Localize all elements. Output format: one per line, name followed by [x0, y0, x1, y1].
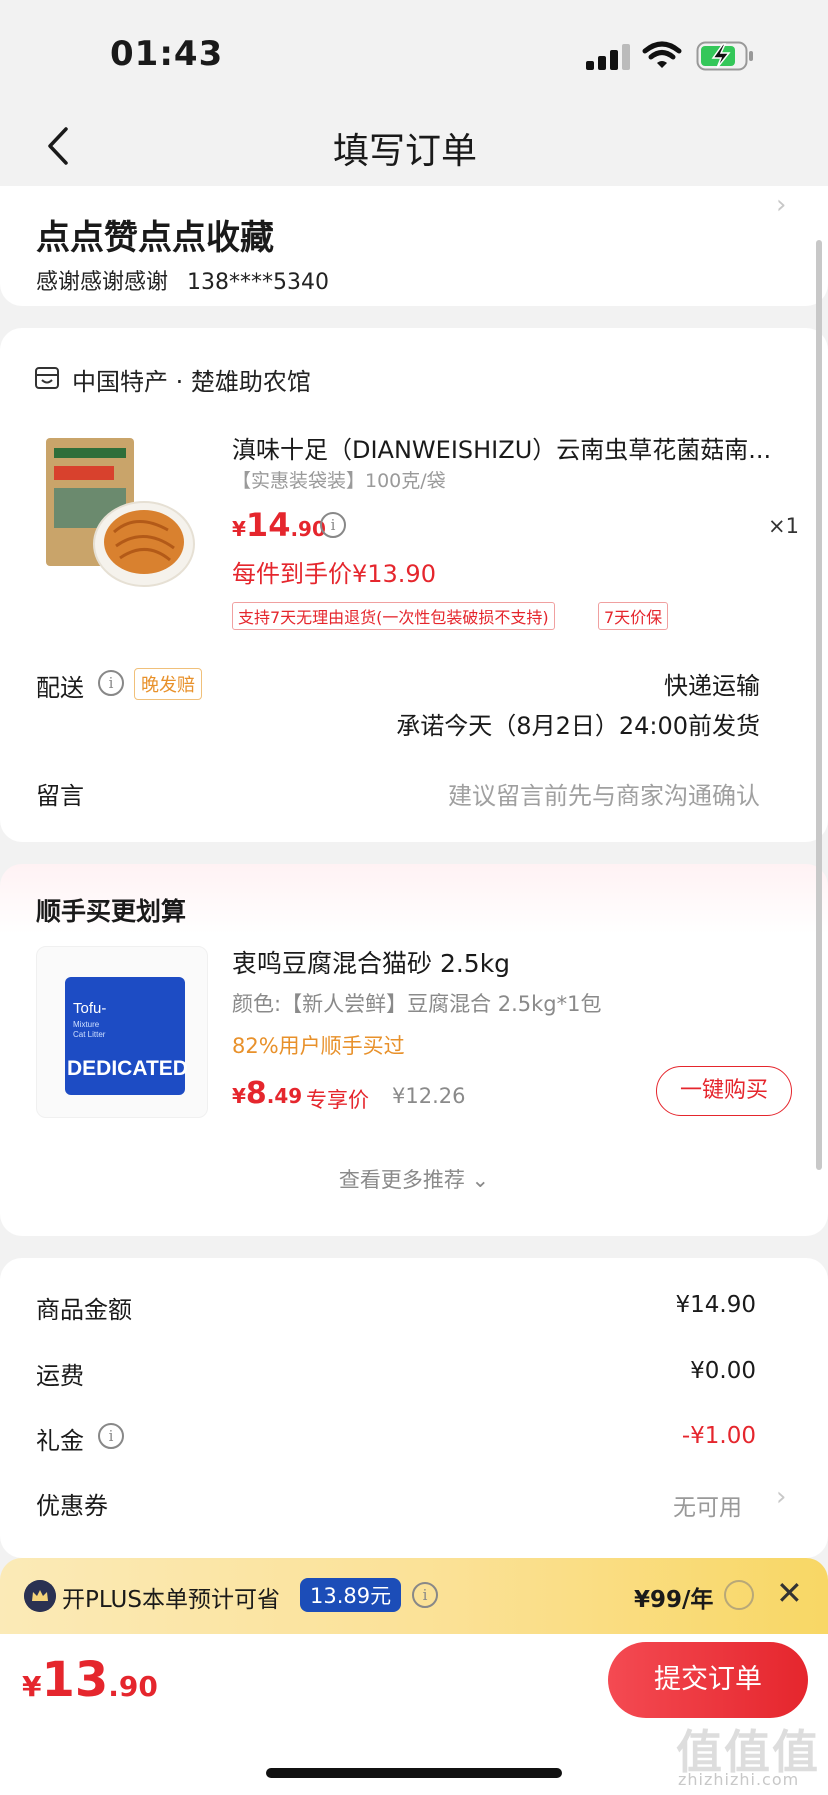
close-icon[interactable]: ✕	[776, 1574, 803, 1612]
rec-price-decimal: .49	[266, 1084, 303, 1108]
package-text-1: Tofu-	[73, 1000, 106, 1017]
price-currency: ¥	[232, 517, 246, 541]
contact-phone: 138****5340	[187, 270, 329, 295]
rec-price-integer: 8	[245, 1076, 267, 1111]
delivery-method[interactable]: 快递运输	[664, 666, 760, 701]
exclusive-price-label: 专享价	[306, 1088, 369, 1112]
see-more-recommendations[interactable]: 查看更多推荐 ⌄	[0, 1164, 828, 1194]
plus-info-icon[interactable]: i	[412, 1582, 438, 1608]
watermark-url: zhizhizhi.com	[678, 1770, 800, 1789]
total-currency: ¥	[22, 1670, 42, 1703]
submit-order-button[interactable]: 提交订单	[608, 1642, 808, 1718]
recommend-product-name[interactable]: 衷鸣豆腐混合猫砂 2.5kg	[232, 944, 510, 980]
plus-save-amount: 13.89元	[300, 1578, 402, 1612]
cellular-signal-icon	[586, 44, 630, 70]
delivery-info-icon[interactable]: i	[98, 670, 124, 696]
recommend-product-image[interactable]: Tofu- Mixture Cat Litter DEDICATED	[36, 946, 208, 1118]
summary-coupon-value[interactable]: 无可用	[673, 1488, 742, 1522]
original-price: ¥12.26	[392, 1084, 466, 1108]
summary-coupon-label: 优惠券	[36, 1492, 108, 1520]
summary-shipping-label: 运费	[36, 1362, 84, 1390]
address-name: 点点赞点点收藏	[36, 218, 274, 258]
package-text-2: Mixture	[73, 1020, 100, 1029]
price-info-icon[interactable]: i	[320, 512, 346, 538]
recommend-price: ¥8.49	[232, 1076, 302, 1111]
delivery-label: 配送	[36, 674, 84, 702]
product-title[interactable]: 滇味十足（DIANWEISHIZU）云南虫草花菌菇南...	[232, 430, 788, 465]
product-spec[interactable]: 【实惠装袋装】100克/袋	[232, 466, 446, 493]
package-text-3: Cat Litter	[73, 1030, 106, 1039]
battery-charging-icon	[696, 41, 753, 71]
home-indicator[interactable]	[266, 1768, 562, 1778]
late-compensation-tag: 晚发赔	[134, 668, 202, 700]
status-time: 01:43	[110, 34, 224, 74]
total-price: ¥13.90	[22, 1652, 158, 1708]
coupon-chevron-right-icon[interactable]: ›	[776, 1482, 786, 1512]
summary-gift-label: 礼金	[36, 1427, 84, 1455]
wifi-icon	[642, 41, 682, 68]
message-label: 留言	[36, 782, 84, 810]
package-text-4: DEDICATED	[67, 1057, 188, 1080]
plus-promo-text: 开PLUS本单预计可省	[62, 1587, 280, 1613]
contact-name: 感谢感谢感谢	[36, 270, 169, 295]
rec-price-currency: ¥	[232, 1084, 246, 1108]
plus-crown-icon	[24, 1580, 56, 1612]
return-policy-tag: 支持7天无理由退货(一次性包装破损不支持)	[232, 602, 555, 630]
message-input[interactable]: 建议留言前先与商家沟通确认	[448, 776, 760, 811]
one-click-buy-button[interactable]: 一键购买	[656, 1066, 792, 1116]
price-integer: 14	[245, 506, 291, 544]
summary-goods-label: 商品金额	[36, 1296, 132, 1324]
recommend-product-spec[interactable]: 颜色:【新人尝鲜】豆腐混合 2.5kg*1包	[232, 988, 602, 1018]
recommend-bought-percentage: 82%用户顺手买过	[232, 1034, 405, 1058]
summary-shipping-value: ¥0.00	[690, 1358, 756, 1384]
scrollbar[interactable]	[816, 240, 822, 1170]
gift-info-icon[interactable]: i	[98, 1423, 124, 1449]
total-integer: 13	[41, 1652, 109, 1708]
shop-icon[interactable]	[34, 366, 60, 390]
product-price: ¥14.90	[232, 506, 326, 544]
summary-goods-value: ¥14.90	[675, 1292, 756, 1318]
shop-name[interactable]: 中国特产 · 楚雄助农馆	[72, 362, 311, 397]
page-title: 填写订单	[332, 131, 477, 172]
total-decimal: .90	[108, 1670, 158, 1703]
address-contact: 感谢感谢感谢 138****5340	[36, 264, 329, 296]
chevron-right-icon[interactable]: ›	[776, 190, 786, 220]
plus-price: ¥99/年	[634, 1587, 714, 1613]
product-quantity: ×1	[768, 514, 799, 538]
recommend-title: 顺手买更划算	[36, 897, 187, 926]
summary-gift-value: -¥1.00	[681, 1423, 756, 1449]
delivery-promise: 承诺今天（8月2日）24:00前发货	[396, 712, 760, 740]
price-protect-tag: 7天价保	[598, 602, 669, 630]
final-price: 每件到手价¥13.90	[232, 560, 436, 588]
product-image[interactable]	[36, 432, 196, 592]
plus-select-radio[interactable]	[724, 1580, 754, 1610]
